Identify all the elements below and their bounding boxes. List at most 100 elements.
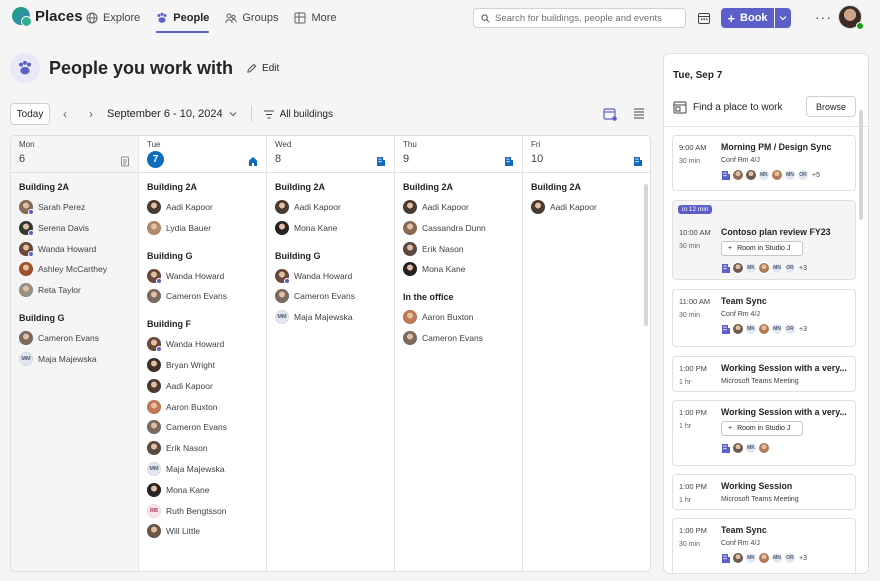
event-card[interactable]: 11:00 AM 30 min Team Sync Conf Rm 4/J MK MN OR… <box>672 289 856 347</box>
person-item[interactable]: Erik Nason <box>147 441 258 456</box>
list-view-icon[interactable] <box>632 106 646 120</box>
person-name: Mona Kane <box>166 484 210 495</box>
attendee-avatar: OR <box>784 552 796 564</box>
more-attendees-count: +5 <box>812 171 820 179</box>
notes-icon[interactable] <box>120 156 130 167</box>
person-item[interactable]: Cameron Evans <box>147 289 258 304</box>
event-card[interactable]: in 12 min 10:00 AM 30 min Contoso plan revi… <box>672 200 856 280</box>
avatar <box>403 220 417 235</box>
event-card[interactable]: 1:00 PM 1 hr Working Session Microsoft Team… <box>672 474 856 510</box>
week-view-icon[interactable] <box>603 106 617 122</box>
avatar <box>19 283 33 298</box>
person-item[interactable]: Cameron Evans <box>403 330 514 345</box>
person-item[interactable]: Ashley McCarthey <box>19 262 130 277</box>
person-item[interactable]: Aadi Kapoor <box>147 378 258 393</box>
person-item[interactable]: Cassandra Dunn <box>403 220 514 235</box>
nav-explore[interactable]: Explore <box>86 0 140 36</box>
avatar <box>403 262 417 277</box>
browse-button[interactable]: Browse <box>806 96 856 117</box>
attendee-avatar: MK <box>745 323 757 335</box>
next-week-icon[interactable]: › <box>81 104 101 124</box>
grid-icon <box>294 12 306 24</box>
person-item[interactable]: Erik Nason <box>403 241 514 256</box>
book-dropdown-button[interactable] <box>775 8 791 28</box>
event-location: Conf Rm 4/J <box>721 157 760 164</box>
person-item[interactable]: Wanda Howard <box>147 268 258 284</box>
person-item[interactable]: Will Little <box>147 524 258 539</box>
date-range-picker[interactable]: September 6 - 10, 2024 <box>107 108 237 120</box>
agenda-scrollbar[interactable] <box>859 110 863 220</box>
person-item[interactable]: Aaron Buxton <box>403 310 514 325</box>
attendee-list[interactable]: MK MN OR +5 <box>721 169 820 181</box>
more-options-icon[interactable]: ··· <box>815 9 832 25</box>
person-item[interactable]: Cameron Evans <box>275 289 386 304</box>
add-room-button[interactable]: + Room in Studio J <box>721 241 803 256</box>
book-button[interactable]: + Book <box>721 8 774 28</box>
status-badge <box>28 250 34 257</box>
add-room-button[interactable]: + Room in Studio J <box>721 421 803 436</box>
nav-groups[interactable]: Groups <box>225 0 278 36</box>
day-header[interactable]: Wed 8 <box>267 136 394 173</box>
nav-people[interactable]: People <box>156 0 210 36</box>
home-icon[interactable] <box>248 156 258 167</box>
event-card[interactable]: 9:00 AM 30 min Morning PM / Design Sync Con… <box>672 135 856 191</box>
day-header[interactable]: Tue 7 <box>139 136 266 173</box>
person-item[interactable]: Wanda Howard <box>147 337 258 353</box>
person-item[interactable]: Lydia Bauer <box>147 220 258 235</box>
person-item[interactable]: Bryan Wright <box>147 357 258 372</box>
attendee-avatar <box>745 169 757 181</box>
building-icon[interactable] <box>376 156 386 167</box>
person-item[interactable]: Serena Davis <box>19 220 130 236</box>
person-item[interactable]: Aadi Kapoor <box>275 200 386 214</box>
attendee-list[interactable]: MK MN OR +3 <box>721 323 807 335</box>
day-header[interactable]: Mon 6 <box>11 136 138 173</box>
building-filter[interactable]: All buildings <box>263 109 333 120</box>
grid-scrollbar[interactable] <box>644 184 648 326</box>
nav-more[interactable]: More <box>294 0 337 36</box>
person-item[interactable]: MM Maja Majewska <box>19 351 130 366</box>
event-card[interactable]: 1:00 PM 1 hr Working Session with a very..… <box>672 400 856 466</box>
attendee-list[interactable]: MK MN OR +3 <box>721 262 807 274</box>
building-icon[interactable] <box>633 156 643 167</box>
day-header[interactable]: Fri 10 <box>523 136 650 173</box>
person-name: Erik Nason <box>166 443 208 454</box>
app-logo[interactable]: Places <box>12 7 83 27</box>
attendee-list[interactable]: MK MN OR +3 <box>721 552 807 564</box>
previous-week-icon[interactable]: ‹ <box>55 104 75 124</box>
calendar-icon[interactable] <box>697 11 711 25</box>
person-item[interactable]: Aadi Kapoor <box>403 200 514 214</box>
person-item[interactable]: Aadi Kapoor <box>147 200 258 214</box>
person-item[interactable]: Reta Taylor <box>19 283 130 298</box>
person-item[interactable]: Aadi Kapoor <box>531 200 643 214</box>
day-header[interactable]: Thu 9 <box>395 136 522 173</box>
person-item[interactable]: Mona Kane <box>147 482 258 497</box>
event-title: Contoso plan review FY23 <box>721 227 831 237</box>
attendee-list[interactable]: MK <box>721 442 771 454</box>
event-title: Working Session <box>721 481 793 491</box>
person-item[interactable]: Mona Kane <box>275 220 386 235</box>
day-of-week: Wed <box>275 140 292 149</box>
event-title: Team Sync <box>721 525 767 535</box>
person-item[interactable]: Cameron Evans <box>147 420 258 435</box>
building-icon[interactable] <box>504 156 514 167</box>
person-item[interactable]: Wanda Howard <box>19 241 130 257</box>
avatar <box>403 310 417 325</box>
person-item[interactable]: RB Ruth Bengtsson <box>147 503 258 518</box>
person-item[interactable]: MM Maja Majewska <box>275 310 386 325</box>
search-input[interactable]: Search for buildings, people and events <box>473 8 686 28</box>
edit-button[interactable]: Edit <box>246 63 279 74</box>
person-item[interactable]: MM Maja Majewska <box>147 461 258 476</box>
person-item[interactable]: Wanda Howard <box>275 268 386 284</box>
avatar <box>275 200 289 214</box>
person-item[interactable]: Sarah Perez <box>19 200 130 215</box>
more-attendees-count: +3 <box>799 554 807 562</box>
event-card[interactable]: 1:00 PM 30 min Team Sync Conf Rm 4/J MK MN OR +… <box>672 518 856 573</box>
person-item[interactable]: Aaron Buxton <box>147 399 258 414</box>
avatar <box>147 268 162 284</box>
person-item[interactable]: Mona Kane <box>403 262 514 277</box>
avatar <box>19 220 34 236</box>
event-card[interactable]: 1:00 PM 1 hr Working Session with a very..… <box>672 356 856 392</box>
more-attendees-count: +3 <box>799 264 807 272</box>
person-item[interactable]: Cameron Evans <box>19 330 130 345</box>
today-button[interactable]: Today <box>10 103 50 125</box>
